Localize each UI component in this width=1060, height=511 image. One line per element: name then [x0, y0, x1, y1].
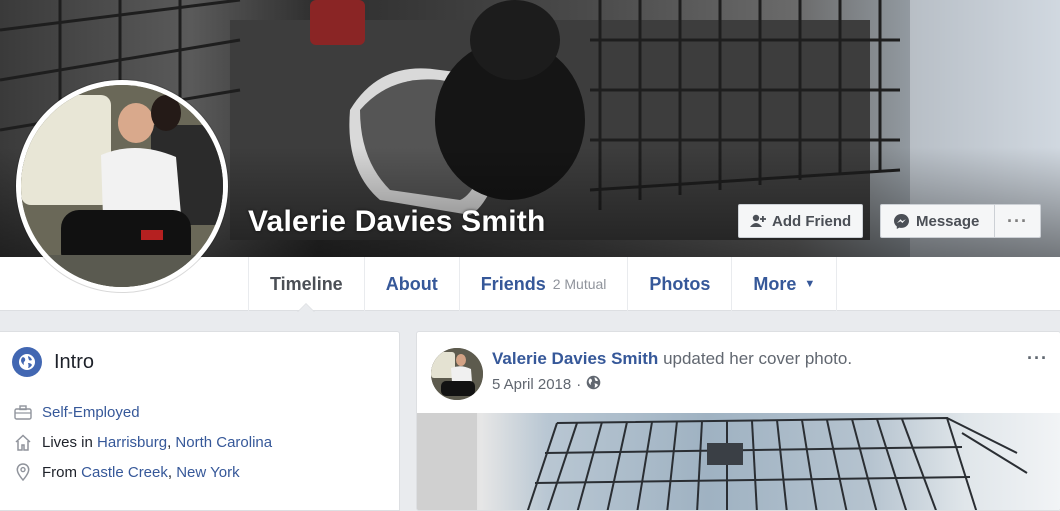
- post-meta: 5 April 2018 ·: [492, 375, 601, 394]
- caret-down-icon: ▼: [804, 278, 816, 290]
- post-author-link[interactable]: Valerie Davies Smith: [492, 349, 658, 368]
- intro-from-comma: ,: [167, 463, 173, 481]
- add-friend-label: Add Friend: [772, 212, 852, 230]
- location-pin-icon: [12, 462, 33, 482]
- profile-picture[interactable]: [16, 80, 228, 292]
- intro-lives-row: Lives in Harrisburg, North Carolina: [12, 432, 272, 452]
- post-meta-separator: ·: [576, 376, 582, 393]
- intro-lives-comma: ,: [167, 433, 172, 451]
- intro-lives-state-link[interactable]: North Carolina: [175, 434, 272, 451]
- post-options-button[interactable]: ···: [1027, 348, 1048, 369]
- message-button[interactable]: Message: [880, 204, 995, 238]
- tab-friends-label: Friends: [480, 273, 546, 294]
- post-cover-photo[interactable]: [417, 413, 1060, 510]
- profile-tabs: Timeline About Friends 2 Mutual Photos M…: [248, 257, 838, 312]
- mutual-friends-count: 2 Mutual: [552, 276, 607, 292]
- tab-about-label: About: [385, 273, 438, 294]
- public-globe-icon[interactable]: [586, 375, 601, 394]
- intro-work-link[interactable]: Self-Employed: [42, 404, 140, 421]
- tab-about[interactable]: About: [365, 257, 460, 311]
- intro-from-state-link[interactable]: New York: [176, 464, 239, 481]
- intro-from-prefix: From: [42, 463, 77, 481]
- post-author-avatar[interactable]: [431, 348, 483, 400]
- tab-photos-label: Photos: [649, 273, 711, 294]
- tab-more-label: More: [753, 273, 797, 294]
- profile-picture-image: [21, 85, 223, 287]
- post-action-text: updated her cover photo.: [663, 349, 853, 368]
- post-headline: Valerie Davies Smith updated her cover p…: [492, 349, 852, 369]
- tab-timeline[interactable]: Timeline: [249, 257, 365, 312]
- tab-friends[interactable]: Friends 2 Mutual: [460, 257, 629, 311]
- intro-from-row: From Castle Creek, New York: [12, 462, 240, 482]
- globe-icon: [12, 347, 42, 377]
- post-date[interactable]: 5 April 2018: [492, 376, 571, 393]
- tab-photos[interactable]: Photos: [628, 257, 733, 311]
- home-icon: [12, 432, 33, 452]
- add-friend-button[interactable]: Add Friend: [738, 204, 863, 238]
- profile-name[interactable]: Valerie Davies Smith: [248, 205, 546, 239]
- tab-timeline-label: Timeline: [270, 273, 343, 294]
- message-label: Message: [916, 212, 980, 230]
- intro-card: Intro Self-Employed Lives in Harrisburg,…: [0, 331, 400, 511]
- tab-more[interactable]: More ▼: [732, 257, 838, 311]
- intro-lives-city-link[interactable]: Harrisburg: [97, 434, 167, 451]
- intro-work-row: Self-Employed: [12, 402, 140, 422]
- more-options-button[interactable]: ···: [994, 204, 1041, 238]
- intro-lives-prefix: Lives in: [42, 433, 93, 451]
- intro-header: Intro: [12, 347, 94, 377]
- intro-from-city-link[interactable]: Castle Creek: [81, 464, 168, 481]
- timeline-post: Valerie Davies Smith updated her cover p…: [416, 331, 1060, 511]
- messenger-icon: [893, 213, 910, 230]
- intro-title: Intro: [54, 350, 95, 373]
- add-friend-icon: [750, 214, 766, 228]
- briefcase-icon: [12, 402, 33, 422]
